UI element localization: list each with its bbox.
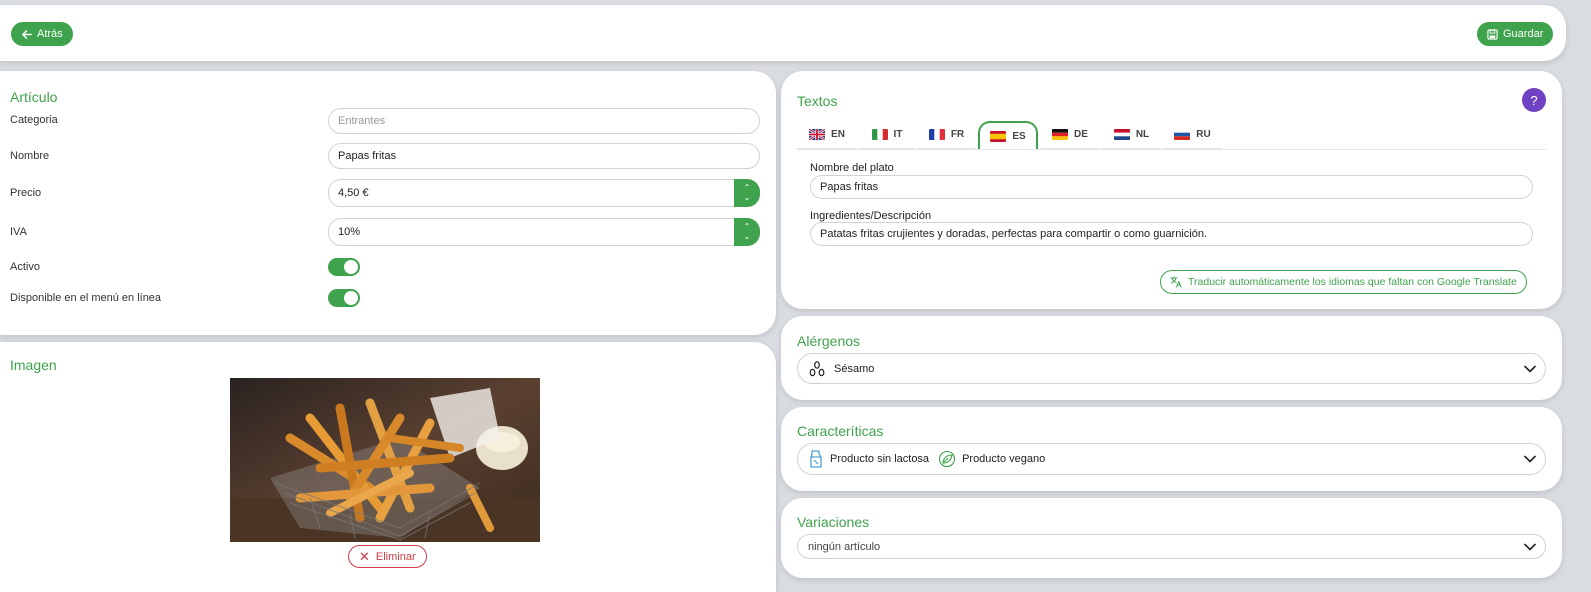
close-icon: ✕ (359, 548, 370, 564)
france-flag-icon (928, 129, 945, 140)
chevron-down-icon[interactable] (1524, 543, 1536, 551)
help-button[interactable]: ? (1522, 88, 1546, 112)
category-input[interactable]: Entrantes (328, 108, 760, 134)
germany-flag-icon (1052, 129, 1069, 140)
top-toolbar: Atrás Guardar (0, 5, 1566, 61)
tab-en[interactable]: EN (797, 121, 857, 149)
delete-image-button[interactable]: ✕ Eliminar (348, 545, 427, 568)
features-title: Caracteríticas (797, 423, 884, 439)
google-translate-button[interactable]: Traducir automáticamente los idiomas que… (1160, 270, 1527, 294)
variations-value: ningún artículo (808, 540, 881, 553)
chevron-up-icon[interactable]: ⌃ (744, 183, 751, 193)
allergens-title: Alérgenos (797, 333, 861, 349)
vat-label: IVA (10, 226, 27, 238)
allergens-select[interactable]: Sésamo (797, 353, 1546, 384)
chevron-down-icon[interactable]: ⌄ (744, 193, 751, 203)
active-toggle[interactable] (328, 258, 360, 276)
price-stepper[interactable]: ⌃ ⌄ (734, 179, 760, 207)
variations-select[interactable]: ningún artículo (797, 534, 1546, 559)
tab-en-label: EN (831, 129, 845, 140)
tab-it[interactable]: IT (859, 121, 915, 149)
price-value: 4,50 € (338, 187, 369, 199)
image-card: Imagen ✕ Eliminar (0, 342, 776, 592)
feature-vegan: Producto vegano (962, 453, 1046, 465)
floppy-disk-icon (1487, 28, 1498, 40)
variations-card: Variaciones ningún artículo (781, 498, 1562, 578)
spain-flag-icon (990, 130, 1007, 142)
tab-fr-label: FR (950, 129, 965, 140)
netherlands-flag-icon (1113, 129, 1130, 140)
allergens-selected: Sésamo (834, 362, 875, 375)
description-label: Ingredientes/Descripción (810, 210, 932, 222)
name-input[interactable]: Papas fritas (328, 143, 760, 169)
name-label: Nombre (10, 150, 50, 162)
vegan-leaf-icon (939, 450, 956, 468)
save-button-label: Guardar (1503, 28, 1544, 40)
delete-image-label: Eliminar (375, 550, 416, 563)
chevron-down-icon[interactable]: ⌄ (744, 232, 751, 242)
tab-ru-label: RU (1196, 129, 1211, 140)
back-button-label: Atrás (37, 28, 63, 40)
variations-title: Variaciones (797, 514, 870, 530)
article-card: Artículo Categoria Entrantes Nombre Papa… (0, 71, 776, 335)
category-label: Categoria (10, 114, 58, 126)
article-title: Artículo (10, 89, 58, 105)
tab-it-label: IT (893, 129, 903, 140)
save-button[interactable]: Guardar (1477, 22, 1554, 46)
back-button[interactable]: Atrás (11, 22, 73, 46)
feature-lactose-free: Producto sin lactosa (830, 453, 930, 465)
chevron-down-icon[interactable] (1524, 455, 1536, 463)
vat-value: 10% (338, 226, 361, 238)
tab-nl[interactable]: NL (1102, 121, 1161, 149)
online-label: Disponible en el menú en línea (10, 292, 162, 304)
chevron-down-icon[interactable] (1524, 365, 1536, 373)
price-input[interactable]: 4,50 € ⌃ ⌄ (328, 179, 760, 207)
features-card: Caracteríticas Producto sin lactosa Prod… (781, 407, 1562, 491)
russia-flag-icon (1174, 129, 1191, 140)
active-label: Activo (10, 261, 40, 273)
allergens-card: Alérgenos Sésamo (781, 316, 1562, 400)
tab-ru[interactable]: RU (1163, 121, 1222, 149)
tab-de-label: DE (1074, 129, 1088, 140)
italy-flag-icon (871, 129, 888, 140)
dish-name-input[interactable]: Papas fritas (810, 175, 1533, 199)
features-select[interactable]: Producto sin lactosa Producto vegano (797, 443, 1546, 475)
milk-carton-icon (810, 450, 822, 468)
sesame-icon (809, 360, 825, 376)
tab-de[interactable]: DE (1040, 121, 1100, 149)
tab-es[interactable]: ES (978, 121, 1038, 149)
translate-icon (1170, 276, 1182, 288)
price-label: Precio (10, 187, 42, 199)
tab-nl-label: NL (1135, 129, 1150, 140)
google-translate-label: Traducir automáticamente los idiomas que… (1188, 276, 1517, 288)
arrow-left-icon (22, 29, 32, 39)
texts-title: Textos (797, 93, 838, 109)
description-input[interactable]: Patatas fritas crujientes y doradas, per… (810, 222, 1533, 246)
chevron-up-icon[interactable]: ⌃ (744, 222, 751, 232)
dish-name-label: Nombre del plato (810, 162, 894, 174)
image-title: Imagen (10, 357, 57, 373)
online-menu-toggle[interactable] (328, 289, 360, 307)
tab-es-label: ES (1012, 130, 1026, 142)
vat-input[interactable]: 10% ⌃ ⌄ (328, 218, 760, 246)
vat-stepper[interactable]: ⌃ ⌄ (734, 218, 760, 246)
tab-fr[interactable]: FR (917, 121, 976, 149)
uk-flag-icon (809, 129, 826, 140)
tabs-divider (797, 149, 1546, 150)
question-icon: ? (1530, 92, 1538, 108)
dish-photo (230, 378, 540, 542)
